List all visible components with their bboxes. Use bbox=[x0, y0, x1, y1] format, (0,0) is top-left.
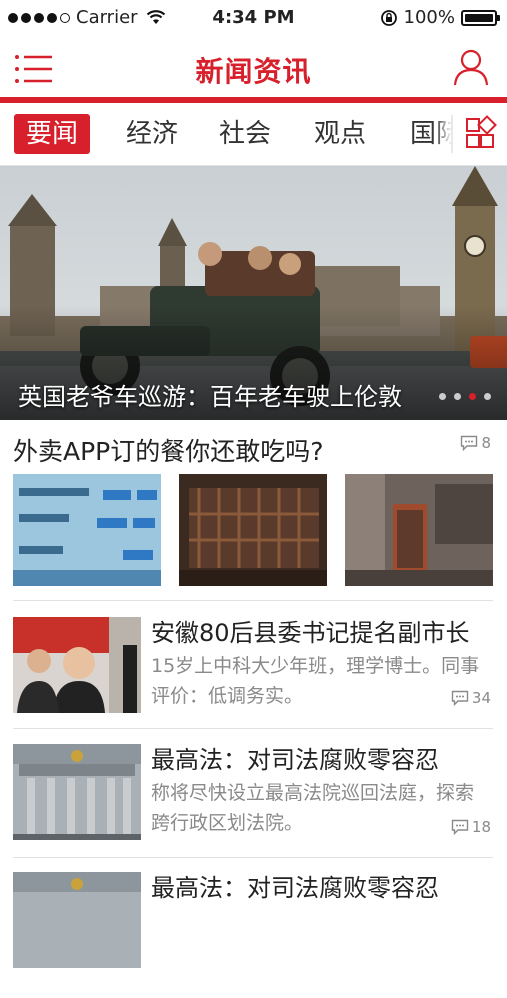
app-header: 新闻资讯 bbox=[0, 38, 507, 98]
comment-count-value: 8 bbox=[481, 434, 491, 452]
comment-icon bbox=[461, 435, 478, 451]
page-dot[interactable] bbox=[454, 393, 461, 400]
news-title: 外卖APP订的餐你还敢吃吗? bbox=[13, 437, 324, 466]
comment-count[interactable]: 18 bbox=[451, 818, 491, 836]
news-description: 称将尽快设立最高法院巡回法庭，探索跨行政区划法院。 bbox=[151, 782, 475, 834]
news-description: 15岁上中科大少年班，理学博士。同事评价：低调务实。 bbox=[151, 655, 480, 707]
thumbnail-image[interactable] bbox=[179, 474, 327, 586]
news-item[interactable]: 最高法：对司法腐败零容忍 称将尽快设立最高法院巡回法庭，探索跨行政区划法院。 1… bbox=[0, 744, 507, 870]
thumbnail-image[interactable] bbox=[13, 474, 161, 586]
divider bbox=[13, 728, 493, 729]
news-item-photo-set[interactable]: 外卖APP订的餐你还敢吃吗? 8 bbox=[0, 420, 507, 600]
news-title: 最高法：对司法腐败零容忍 bbox=[151, 874, 439, 902]
tab-yaowen[interactable]: 要闻 bbox=[14, 114, 91, 154]
page-dot[interactable] bbox=[484, 393, 491, 400]
page-dot[interactable] bbox=[439, 393, 446, 400]
orientation-lock-icon bbox=[380, 9, 397, 26]
featured-banner[interactable]: 英国老爷车巡游：百年老车驶上伦敦 bbox=[0, 166, 507, 420]
news-thumbnail bbox=[13, 617, 141, 713]
category-tabs: 要闻 经济 社会 观点 国际 bbox=[0, 103, 507, 166]
app-title: 新闻资讯 bbox=[195, 55, 312, 88]
battery-group: 100% bbox=[380, 7, 500, 28]
divider bbox=[13, 857, 493, 858]
comment-icon bbox=[451, 690, 469, 706]
comment-count-value: 34 bbox=[471, 689, 491, 707]
banner-caption: 英国老爷车巡游：百年老车驶上伦敦 bbox=[18, 383, 402, 411]
news-title: 最高法：对司法腐败零容忍 bbox=[151, 746, 439, 774]
banner-page-indicator[interactable] bbox=[439, 393, 491, 400]
tab-grid-button[interactable] bbox=[451, 103, 507, 165]
news-item[interactable]: 安徽80后县委书记提名副市长 15岁上中科大少年班，理学博士。同事评价：低调务实… bbox=[0, 617, 507, 743]
battery-icon bbox=[461, 9, 500, 26]
page-dot-active[interactable] bbox=[469, 393, 476, 400]
thumbnail-image[interactable] bbox=[345, 474, 493, 586]
tab-guandian[interactable]: 观点 bbox=[302, 114, 378, 154]
news-thumbnail bbox=[13, 872, 141, 968]
news-thumbnail bbox=[13, 744, 141, 840]
comment-count[interactable]: 8 bbox=[460, 434, 491, 452]
grid-icon bbox=[451, 115, 497, 153]
comment-icon bbox=[451, 819, 469, 835]
tab-jingji[interactable]: 经济 bbox=[114, 114, 190, 154]
comment-count-value: 18 bbox=[471, 818, 491, 836]
thumbnail-row bbox=[13, 474, 493, 586]
comment-count[interactable]: 34 bbox=[451, 689, 491, 707]
tab-shehui[interactable]: 社会 bbox=[207, 114, 283, 154]
battery-percent: 100% bbox=[403, 7, 455, 28]
news-item[interactable]: 最高法：对司法腐败零容忍 bbox=[0, 872, 507, 998]
news-title: 安徽80后县委书记提名副市长 bbox=[151, 619, 470, 647]
divider bbox=[13, 600, 493, 601]
status-bar: Carrier 4:34 PM 100% bbox=[0, 0, 507, 38]
user-icon[interactable] bbox=[453, 48, 489, 86]
